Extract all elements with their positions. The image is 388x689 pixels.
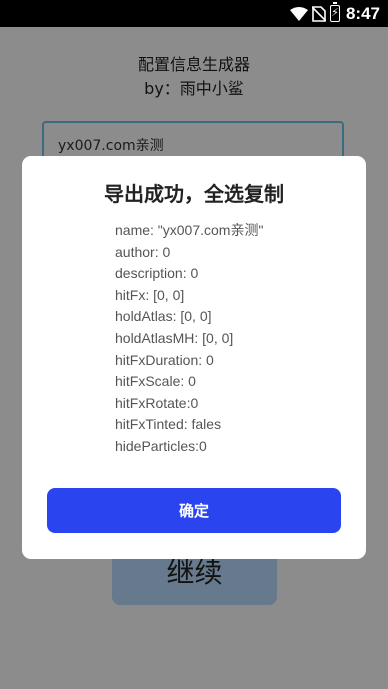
config-output[interactable]: name: "yx007.com亲测" author: 0 descriptio… — [115, 220, 263, 458]
config-line: hideParticles:0 — [115, 437, 207, 454]
config-line: holdAtlasMH: [0, 0] — [115, 329, 234, 346]
config-line: holdAtlas: [0, 0] — [115, 308, 212, 325]
export-dialog: 导出成功，全选复制 name: "yx007.com亲测" author: 0 … — [22, 156, 366, 559]
no-sim-icon — [311, 5, 326, 22]
config-line: hitFx: [0, 0] — [115, 286, 185, 303]
config-line: description: 0 — [115, 265, 199, 282]
status-bar: ⚡ 8:47 — [0, 0, 388, 27]
config-line: author: 0 — [115, 243, 171, 260]
config-line: hitFxRotate:0 — [115, 394, 199, 411]
config-line: hitFxScale: 0 — [115, 373, 196, 390]
config-line: hitFxTinted: fales — [115, 416, 222, 433]
battery-charging-icon: ⚡ — [329, 2, 340, 22]
config-line: name: "yx007.com亲测" — [115, 222, 264, 238]
status-time: 8:47 — [345, 3, 380, 23]
wifi-icon — [289, 6, 308, 21]
confirm-button[interactable]: 确定 — [47, 488, 341, 533]
config-line: hitFxDuration: 0 — [115, 351, 214, 368]
dialog-title: 导出成功，全选复制 — [104, 182, 284, 206]
